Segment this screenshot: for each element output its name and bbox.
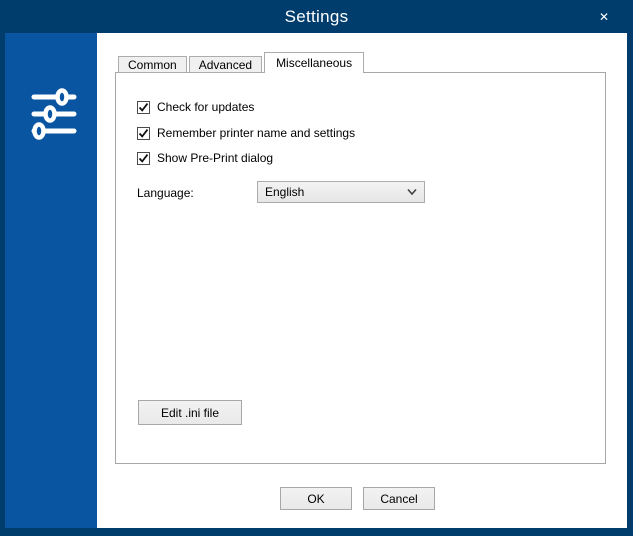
checkbox-check-for-updates[interactable]: Check for updates: [137, 101, 254, 114]
edit-ini-file-button[interactable]: Edit .ini file: [138, 400, 242, 425]
window-body: Common Advanced Miscellaneous Check for …: [0, 33, 633, 528]
language-row: Language: English: [137, 181, 585, 203]
language-select[interactable]: English: [257, 181, 425, 203]
edit-ini-file-label: Edit .ini file: [160, 405, 220, 420]
checkbox[interactable]: [137, 101, 150, 114]
cancel-button[interactable]: Cancel: [363, 487, 435, 510]
settings-window: Settings ✕ Common Advanced Miscellaneous…: [0, 0, 633, 536]
check-icon: [138, 129, 149, 138]
titlebar: Settings ✕: [0, 0, 633, 33]
tab-advanced-label: Advanced: [198, 57, 253, 72]
checkbox-label: Show Pre-Print dialog: [157, 151, 274, 165]
chevron-down-icon: [407, 188, 417, 196]
check-icon: [138, 154, 149, 163]
checkbox[interactable]: [137, 152, 150, 165]
tab-common-label: Common: [128, 57, 177, 72]
miscellaneous-tab-panel: Check for updates Remember printer name …: [115, 72, 606, 464]
window-title: Settings: [284, 6, 349, 26]
checkbox-label: Remember printer name and settings: [157, 126, 356, 140]
main-content: Common Advanced Miscellaneous Check for …: [97, 33, 627, 528]
close-icon: ✕: [598, 9, 610, 24]
tab-advanced[interactable]: Advanced: [188, 56, 263, 73]
tab-common[interactable]: Common: [118, 56, 187, 73]
check-icon: [138, 103, 149, 112]
ok-button[interactable]: OK: [280, 487, 352, 510]
sidebar: [5, 33, 97, 528]
cancel-label: Cancel: [380, 491, 418, 506]
close-button[interactable]: ✕: [589, 0, 619, 33]
sliders-icon: [31, 88, 77, 140]
checkbox-show-preprint-dialog[interactable]: Show Pre-Print dialog: [137, 152, 273, 165]
tab-miscellaneous[interactable]: Miscellaneous: [264, 52, 365, 73]
checkbox-remember-printer[interactable]: Remember printer name and settings: [137, 127, 355, 140]
checkbox[interactable]: [137, 127, 150, 140]
tab-bar: Common Advanced Miscellaneous: [118, 52, 365, 73]
ok-label: OK: [307, 491, 325, 506]
checkbox-label: Check for updates: [157, 100, 255, 114]
tab-miscellaneous-label: Miscellaneous: [276, 56, 353, 70]
language-label: Language:: [137, 186, 194, 200]
language-selected-value: English: [265, 185, 305, 199]
